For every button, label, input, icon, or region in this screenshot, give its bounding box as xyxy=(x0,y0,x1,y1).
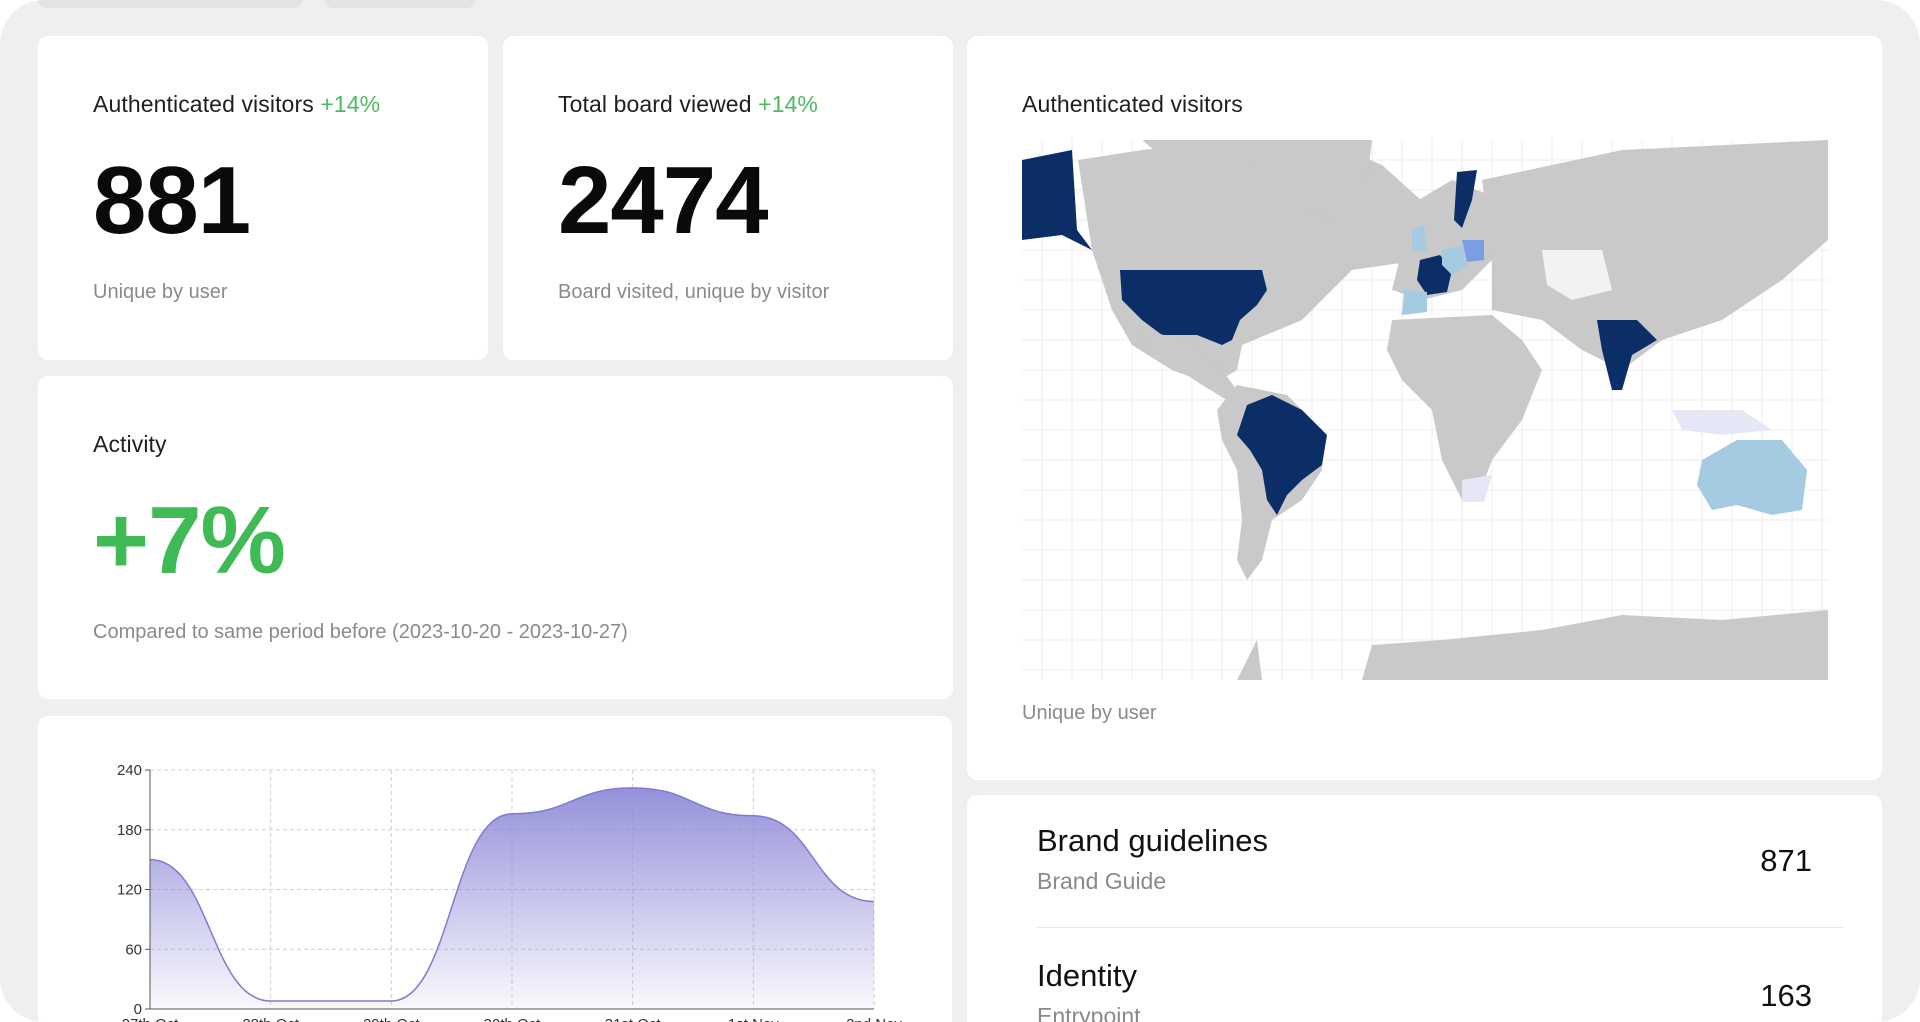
map-caption: Unique by user xyxy=(1022,702,1157,724)
list-item[interactable]: Brand guidelines Brand Guide 871 xyxy=(967,795,1882,930)
dashboard-frame: Authenticated visitors +14% 881 Unique b… xyxy=(0,0,1920,1022)
boards-viewed-card: Total board viewed +14% 2474 Board visit… xyxy=(503,36,953,360)
area-fill xyxy=(150,787,874,1009)
x-tick-label: 2nd Nov xyxy=(846,1016,902,1022)
y-tick-label: 180 xyxy=(117,822,142,839)
metric-value: 2474 xyxy=(558,147,769,254)
card-title-text: Total board viewed xyxy=(558,91,752,117)
card-title: Authenticated visitors xyxy=(1022,91,1243,117)
x-tick-label: 30th Oct xyxy=(484,1016,542,1022)
activity-chart-card: 06012018024027th Oct28th Oct29th Oct30th… xyxy=(38,716,952,1022)
board-count: 163 xyxy=(1760,978,1812,1013)
activity-card: Activity +7% Compared to same period bef… xyxy=(38,376,953,699)
x-tick-label: 27th Oct xyxy=(122,1016,180,1022)
board-title: Identity xyxy=(1037,958,1137,993)
metric-caption: Board visited, unique by visitor xyxy=(558,281,830,303)
delta-badge: +14% xyxy=(758,91,818,117)
x-tick-label: 1st Nov xyxy=(728,1016,779,1022)
activity-value: +7% xyxy=(93,487,286,594)
x-tick-label: 31st Oct xyxy=(605,1016,662,1022)
list-item[interactable]: Identity Entrypoint 163 xyxy=(967,930,1882,1022)
metric-value: 881 xyxy=(93,147,251,254)
top-tab-stub xyxy=(38,0,302,8)
metric-caption: Unique by user xyxy=(93,281,228,303)
list-divider xyxy=(1037,927,1844,928)
x-tick-label: 29th Oct xyxy=(363,1016,421,1022)
board-title: Brand guidelines xyxy=(1037,823,1268,858)
card-title-text: Authenticated visitors xyxy=(93,91,314,117)
board-count: 871 xyxy=(1760,843,1812,878)
y-tick-label: 120 xyxy=(117,882,142,899)
area-chart: 06012018024027th Oct28th Oct29th Oct30th… xyxy=(117,762,902,1022)
auth-visitors-card: Authenticated visitors +14% 881 Unique b… xyxy=(38,36,488,360)
world-map xyxy=(1022,140,1828,680)
y-tick-label: 240 xyxy=(117,762,142,779)
map-card: Authenticated visitors Unique by user xyxy=(967,36,1882,780)
x-tick-label: 28th Oct xyxy=(242,1016,300,1022)
activity-caption: Compared to same period before (2023-10-… xyxy=(93,621,628,643)
top-boards-card: Brand guidelines Brand Guide 871 Identit… xyxy=(967,795,1882,1022)
map-spain[interactable] xyxy=(1402,290,1427,315)
card-title: Authenticated visitors +14% xyxy=(93,91,380,118)
y-tick-label: 60 xyxy=(125,941,142,958)
board-subtitle: Brand Guide xyxy=(1037,868,1167,894)
card-title: Total board viewed +14% xyxy=(558,91,818,118)
top-tab-stub xyxy=(325,0,475,8)
card-title: Activity xyxy=(93,431,167,457)
chart-series xyxy=(149,787,875,1009)
board-subtitle: Entrypoint xyxy=(1037,1003,1141,1022)
delta-badge: +14% xyxy=(320,91,381,117)
